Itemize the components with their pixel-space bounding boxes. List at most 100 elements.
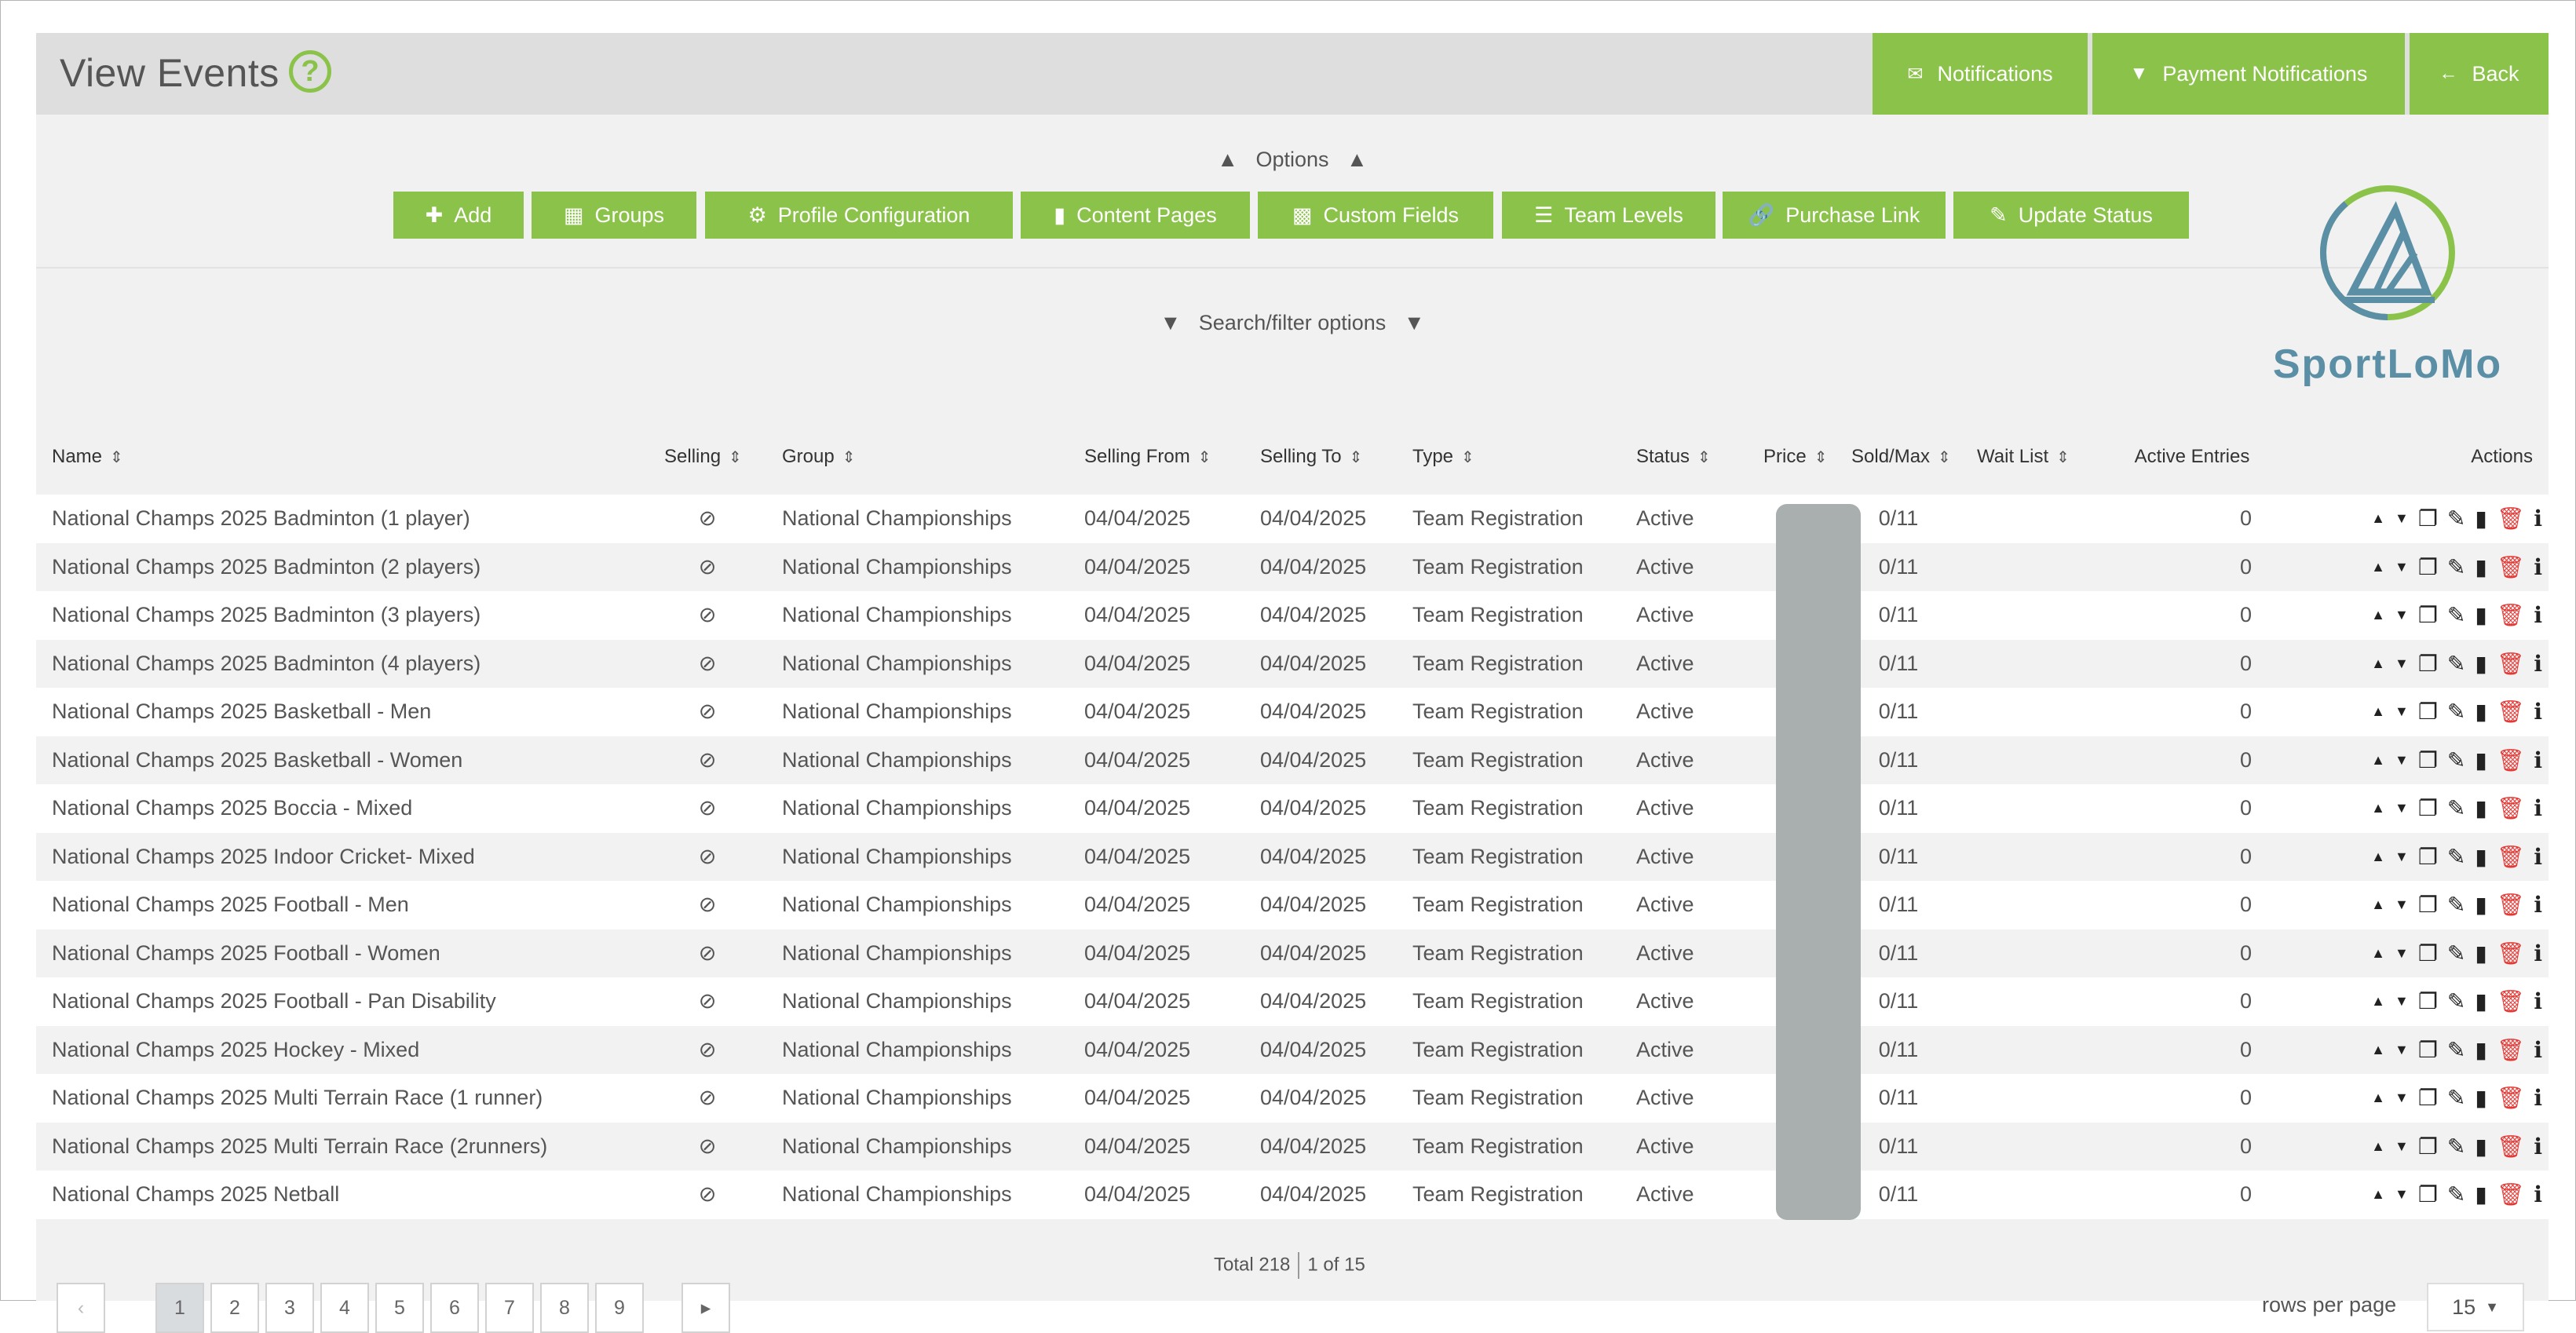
event-name[interactable]: National Champs 2025 Boccia - Mixed xyxy=(36,784,649,833)
copy-icon[interactable]: ❐ xyxy=(2418,1037,2438,1063)
copy-icon[interactable]: ❐ xyxy=(2418,1181,2438,1207)
move-down-icon[interactable]: ▼ xyxy=(2395,752,2409,769)
file-icon[interactable]: ▮ xyxy=(2475,1037,2486,1063)
copy-icon[interactable]: ❐ xyxy=(2418,940,2438,966)
event-name[interactable]: National Champs 2025 Football - Women xyxy=(36,929,649,977)
page-button[interactable]: 1 xyxy=(155,1283,204,1333)
copy-icon[interactable]: ❐ xyxy=(2418,1134,2438,1160)
move-up-icon[interactable]: ▲ xyxy=(2371,703,2385,720)
info-icon[interactable]: i xyxy=(2534,651,2542,677)
event-name[interactable]: National Champs 2025 Badminton (1 player… xyxy=(36,495,649,543)
delete-icon[interactable]: 🗑 xyxy=(2497,892,2525,918)
file-icon[interactable]: ▮ xyxy=(2475,940,2486,966)
move-down-icon[interactable]: ▼ xyxy=(2395,1186,2409,1203)
delete-icon[interactable]: 🗑 xyxy=(2497,1134,2525,1160)
groups-button[interactable]: ▦ Groups xyxy=(532,192,696,239)
info-icon[interactable]: i xyxy=(2534,747,2542,773)
copy-icon[interactable]: ❐ xyxy=(2418,844,2438,870)
move-down-icon[interactable]: ▼ xyxy=(2395,607,2409,623)
col-header-selling-from[interactable]: Selling From ⇕ xyxy=(1069,419,1244,495)
file-icon[interactable]: ▮ xyxy=(2475,651,2486,677)
file-icon[interactable]: ▮ xyxy=(2475,892,2486,918)
delete-icon[interactable]: 🗑 xyxy=(2497,1085,2525,1111)
move-down-icon[interactable]: ▼ xyxy=(2395,656,2409,672)
edit-icon[interactable]: ✎ xyxy=(2447,795,2465,821)
copy-icon[interactable]: ❐ xyxy=(2418,795,2438,821)
event-name[interactable]: National Champs 2025 Multi Terrain Race … xyxy=(36,1122,649,1170)
prev-page-button[interactable]: ‹ xyxy=(57,1283,105,1333)
move-up-icon[interactable]: ▲ xyxy=(2371,849,2385,865)
copy-icon[interactable]: ❐ xyxy=(2418,892,2438,918)
event-name[interactable]: National Champs 2025 Netball xyxy=(36,1170,649,1219)
copy-icon[interactable]: ❐ xyxy=(2418,1085,2438,1111)
edit-icon[interactable]: ✎ xyxy=(2447,554,2465,580)
file-icon[interactable]: ▮ xyxy=(2475,1085,2486,1111)
move-down-icon[interactable]: ▼ xyxy=(2395,800,2409,816)
info-icon[interactable]: i xyxy=(2534,506,2542,531)
col-header-sold-max[interactable]: Sold/Max ⇕ xyxy=(1836,419,1961,495)
file-icon[interactable]: ▮ xyxy=(2475,602,2486,628)
delete-icon[interactable]: 🗑 xyxy=(2497,699,2525,725)
info-icon[interactable]: i xyxy=(2534,1134,2542,1160)
move-down-icon[interactable]: ▼ xyxy=(2395,1090,2409,1106)
copy-icon[interactable]: ❐ xyxy=(2418,651,2438,677)
page-button[interactable]: 4 xyxy=(320,1283,369,1333)
info-icon[interactable]: i xyxy=(2534,1085,2542,1111)
payment-notifications-button[interactable]: ▼ Payment Notifications xyxy=(2092,33,2405,115)
custom-fields-button[interactable]: ▩ Custom Fields xyxy=(1258,192,1493,239)
edit-icon[interactable]: ✎ xyxy=(2447,1085,2465,1111)
delete-icon[interactable]: 🗑 xyxy=(2497,940,2525,966)
file-icon[interactable]: ▮ xyxy=(2475,554,2486,580)
move-down-icon[interactable]: ▼ xyxy=(2395,1138,2409,1155)
info-icon[interactable]: i xyxy=(2534,892,2542,918)
help-icon[interactable]: ? xyxy=(289,50,331,93)
profile-configuration-button[interactable]: ⚙ Profile Configuration xyxy=(705,192,1013,239)
move-up-icon[interactable]: ▲ xyxy=(2371,656,2385,672)
info-icon[interactable]: i xyxy=(2534,988,2542,1014)
copy-icon[interactable]: ❐ xyxy=(2418,506,2438,531)
col-header-type[interactable]: Type ⇕ xyxy=(1397,419,1621,495)
delete-icon[interactable]: 🗑 xyxy=(2497,1181,2525,1207)
update-status-button[interactable]: ✎ Update Status xyxy=(1953,192,2189,239)
move-up-icon[interactable]: ▲ xyxy=(2371,897,2385,913)
move-down-icon[interactable]: ▼ xyxy=(2395,559,2409,575)
copy-icon[interactable]: ❐ xyxy=(2418,554,2438,580)
page-button[interactable]: 9 xyxy=(595,1283,644,1333)
delete-icon[interactable]: 🗑 xyxy=(2497,554,2525,580)
info-icon[interactable]: i xyxy=(2534,844,2542,870)
event-name[interactable]: National Champs 2025 Badminton (3 player… xyxy=(36,591,649,640)
info-icon[interactable]: i xyxy=(2534,1037,2542,1063)
move-down-icon[interactable]: ▼ xyxy=(2395,703,2409,720)
move-down-icon[interactable]: ▼ xyxy=(2395,510,2409,527)
edit-icon[interactable]: ✎ xyxy=(2447,747,2465,773)
team-levels-button[interactable]: ☰ Team Levels xyxy=(1502,192,1716,239)
purchase-link-button[interactable]: 🔗 Purchase Link xyxy=(1723,192,1946,239)
edit-icon[interactable]: ✎ xyxy=(2447,844,2465,870)
edit-icon[interactable]: ✎ xyxy=(2447,506,2465,531)
file-icon[interactable]: ▮ xyxy=(2475,844,2486,870)
notifications-button[interactable]: ✉ Notifications xyxy=(1873,33,2088,115)
search-filter-toggle[interactable]: ▼ Search/filter options ▼ xyxy=(36,311,2549,335)
edit-icon[interactable]: ✎ xyxy=(2447,699,2465,725)
event-name[interactable]: National Champs 2025 Football - Men xyxy=(36,881,649,929)
page-button[interactable]: 7 xyxy=(485,1283,534,1333)
col-header-group[interactable]: Group ⇕ xyxy=(766,419,1069,495)
copy-icon[interactable]: ❐ xyxy=(2418,699,2438,725)
col-header-status[interactable]: Status ⇕ xyxy=(1621,419,1748,495)
info-icon[interactable]: i xyxy=(2534,940,2542,966)
file-icon[interactable]: ▮ xyxy=(2475,506,2486,531)
delete-icon[interactable]: 🗑 xyxy=(2497,844,2525,870)
event-name[interactable]: National Champs 2025 Badminton (2 player… xyxy=(36,542,649,591)
edit-icon[interactable]: ✎ xyxy=(2447,988,2465,1014)
move-up-icon[interactable]: ▲ xyxy=(2371,800,2385,816)
file-icon[interactable]: ▮ xyxy=(2475,988,2486,1014)
edit-icon[interactable]: ✎ xyxy=(2447,940,2465,966)
info-icon[interactable]: i xyxy=(2534,602,2542,628)
page-button[interactable]: 5 xyxy=(375,1283,424,1333)
edit-icon[interactable]: ✎ xyxy=(2447,602,2465,628)
content-pages-button[interactable]: ▮ Content Pages xyxy=(1021,192,1250,239)
file-icon[interactable]: ▮ xyxy=(2475,1181,2486,1207)
move-up-icon[interactable]: ▲ xyxy=(2371,607,2385,623)
next-page-button[interactable]: ▸ xyxy=(681,1283,730,1333)
col-header-selling-to[interactable]: Selling To ⇕ xyxy=(1244,419,1397,495)
